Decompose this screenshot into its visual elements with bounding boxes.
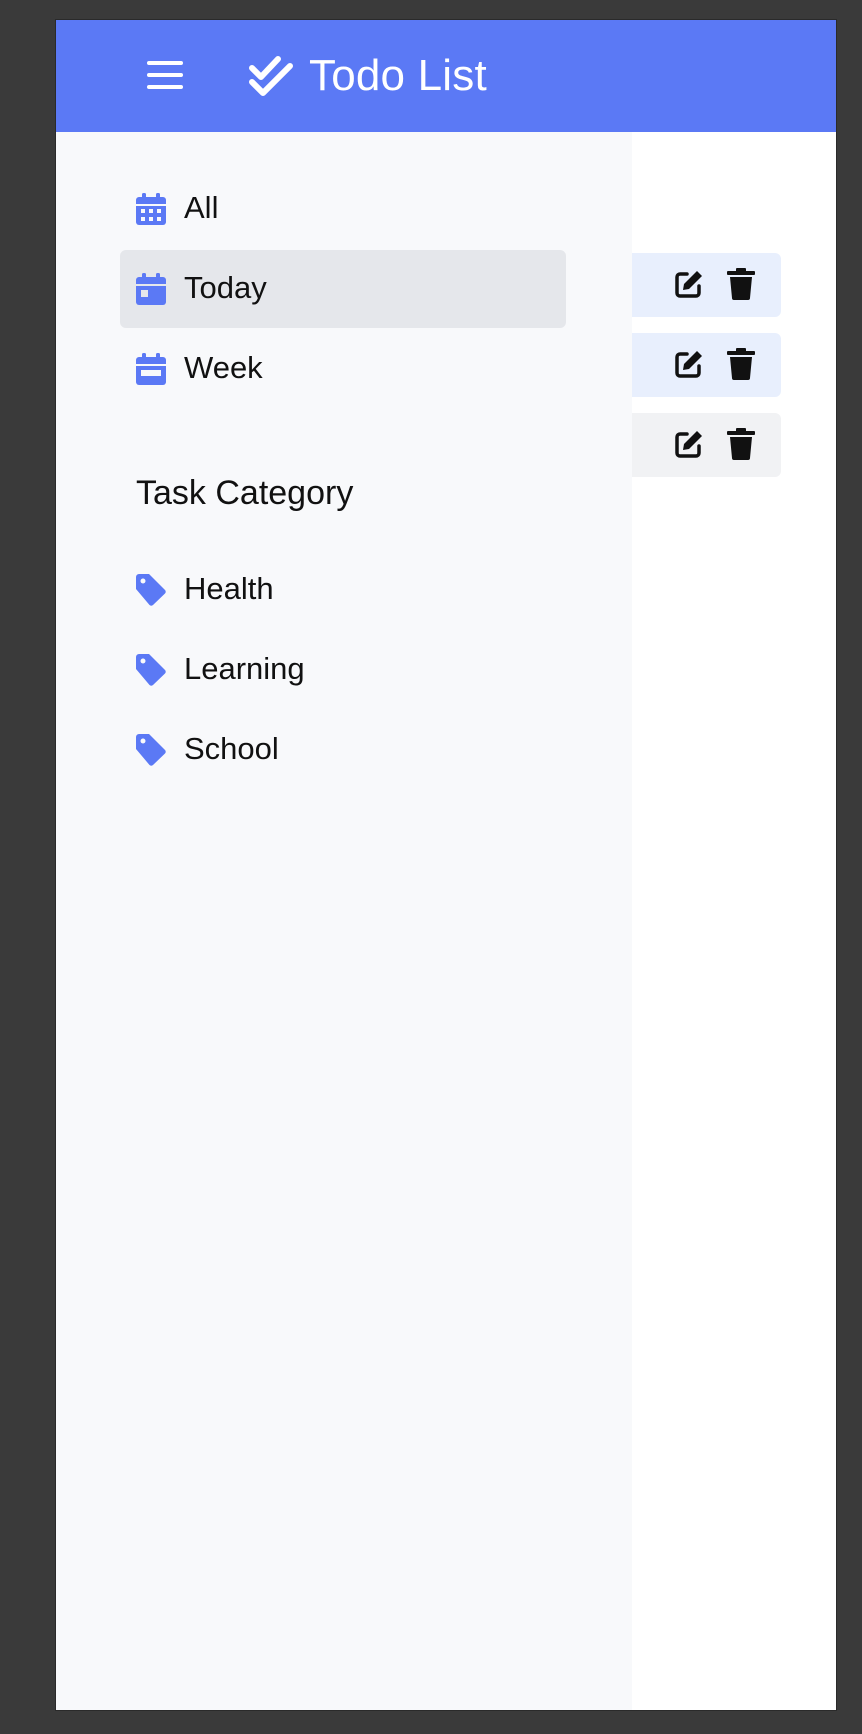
edit-icon <box>675 351 702 378</box>
trash-icon <box>727 348 755 380</box>
tag-icon <box>136 734 166 766</box>
app-title: Todo List <box>309 51 487 100</box>
sidebar-item-label: Learning <box>184 651 305 686</box>
trash-icon <box>727 428 755 460</box>
menu-toggle-button[interactable] <box>146 56 184 94</box>
calendar-days-icon <box>136 193 166 225</box>
calendar-week-icon <box>136 353 166 385</box>
delete-task-button[interactable] <box>725 427 757 461</box>
delete-task-button[interactable] <box>725 347 757 381</box>
sidebar-item-label: School <box>184 731 279 766</box>
delete-task-button[interactable] <box>725 267 757 301</box>
tag-icon <box>136 654 166 686</box>
hamburger-menu-icon <box>147 61 183 89</box>
edit-task-button[interactable] <box>673 427 705 461</box>
sidebar-item-health[interactable]: Health <box>120 551 566 629</box>
sidebar-item-week[interactable]: Week <box>120 330 566 408</box>
sidebar-item-label: All <box>184 190 219 225</box>
sidebar-item-learning[interactable]: Learning <box>120 631 566 709</box>
sidebar-item-label: Today <box>184 270 267 305</box>
double-check-icon <box>249 56 293 96</box>
edit-task-button[interactable] <box>673 347 705 381</box>
app-window: Todo List All Today Week Task Category H… <box>55 19 837 1711</box>
edit-task-button[interactable] <box>673 267 705 301</box>
app-brand: Todo List <box>249 46 487 106</box>
edit-icon <box>675 271 702 298</box>
sidebar-item-school[interactable]: School <box>120 711 566 789</box>
calendar-day-icon <box>136 273 166 305</box>
trash-icon <box>727 268 755 300</box>
sidebar-item-all[interactable]: All <box>120 170 566 248</box>
tag-icon <box>136 574 166 606</box>
sidebar-item-today[interactable]: Today <box>120 250 566 328</box>
app-header: Todo List <box>56 20 836 132</box>
sidebar-item-label: Health <box>184 571 274 606</box>
edit-icon <box>675 431 702 458</box>
sidebar-item-label: Week <box>184 350 263 385</box>
category-section-title: Task Category <box>136 474 354 512</box>
sidebar-drawer: All Today Week Task Category Health Lear… <box>56 132 632 1710</box>
